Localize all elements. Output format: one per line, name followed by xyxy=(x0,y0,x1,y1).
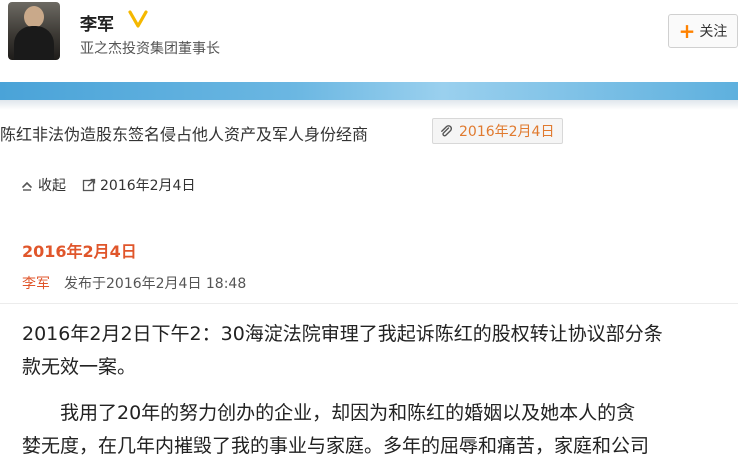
collapse-button[interactable]: 收起 xyxy=(20,175,66,195)
article-title: 陈红非法伪造股东签名侵占他人资产及军人身份经商 xyxy=(0,125,369,144)
title-date-label: 2016年2月4日 xyxy=(459,124,555,140)
author-link[interactable]: 李军 xyxy=(22,273,50,293)
post-paragraph-1: 2016年2月2日下午2：30海淀法院审理了我起诉陈红的股权转让协议部分条 款无… xyxy=(22,318,722,384)
paragraph-line: 2016年2月2日下午2：30海淀法院审理了我起诉陈红的股权转让协议部分条 xyxy=(22,323,663,345)
paragraph-line: 我用了20年的努力创办的企业，却因为和陈红的婚姻以及她本人的贪 xyxy=(60,402,636,424)
paperclip-icon xyxy=(441,125,453,137)
avatar-head xyxy=(24,6,44,28)
plus-icon: + xyxy=(678,19,696,43)
cover-banner xyxy=(0,82,738,100)
follow-label: 关注 xyxy=(699,24,728,40)
avatar[interactable] xyxy=(8,2,60,60)
title-date-tag[interactable]: 2016年2月4日 xyxy=(432,118,564,144)
banner-shadow xyxy=(0,100,738,110)
paragraph-line: 款无效一案。 xyxy=(22,356,137,378)
collapse-label: 收起 xyxy=(38,178,66,194)
toolbar-date: 2016年2月4日 xyxy=(100,178,196,194)
divider xyxy=(0,303,738,304)
open-original-link[interactable]: 2016年2月4日 xyxy=(82,175,195,195)
post-toolbar: 收起 2016年2月4日 xyxy=(20,175,195,195)
follow-button[interactable]: + 关注 xyxy=(668,14,738,48)
avatar-body xyxy=(14,26,54,60)
collapse-icon xyxy=(22,181,32,191)
profile-header: 李军 亚之杰投资集团董事长 + 关注 xyxy=(0,0,738,82)
user-title: 亚之杰投资集团董事长 xyxy=(80,41,220,57)
published-time: 发布于2016年2月4日 18:48 xyxy=(64,276,247,292)
verified-icon xyxy=(128,10,148,28)
external-link-icon xyxy=(82,178,96,192)
user-name[interactable]: 李军 xyxy=(80,10,114,35)
post-paragraph-2: 我用了20年的努力创办的企业，却因为和陈红的婚姻以及她本人的贪 婪无度，在几年内… xyxy=(22,397,738,463)
post-date-heading: 2016年2月4日 xyxy=(22,242,137,261)
post-meta: 李军 发布于2016年2月4日 18:48 xyxy=(22,273,246,293)
paragraph-line: 婪无度，在几年内摧毁了我的事业与家庭。多年的屈辱和痛苦，家庭和公司 xyxy=(22,435,650,457)
